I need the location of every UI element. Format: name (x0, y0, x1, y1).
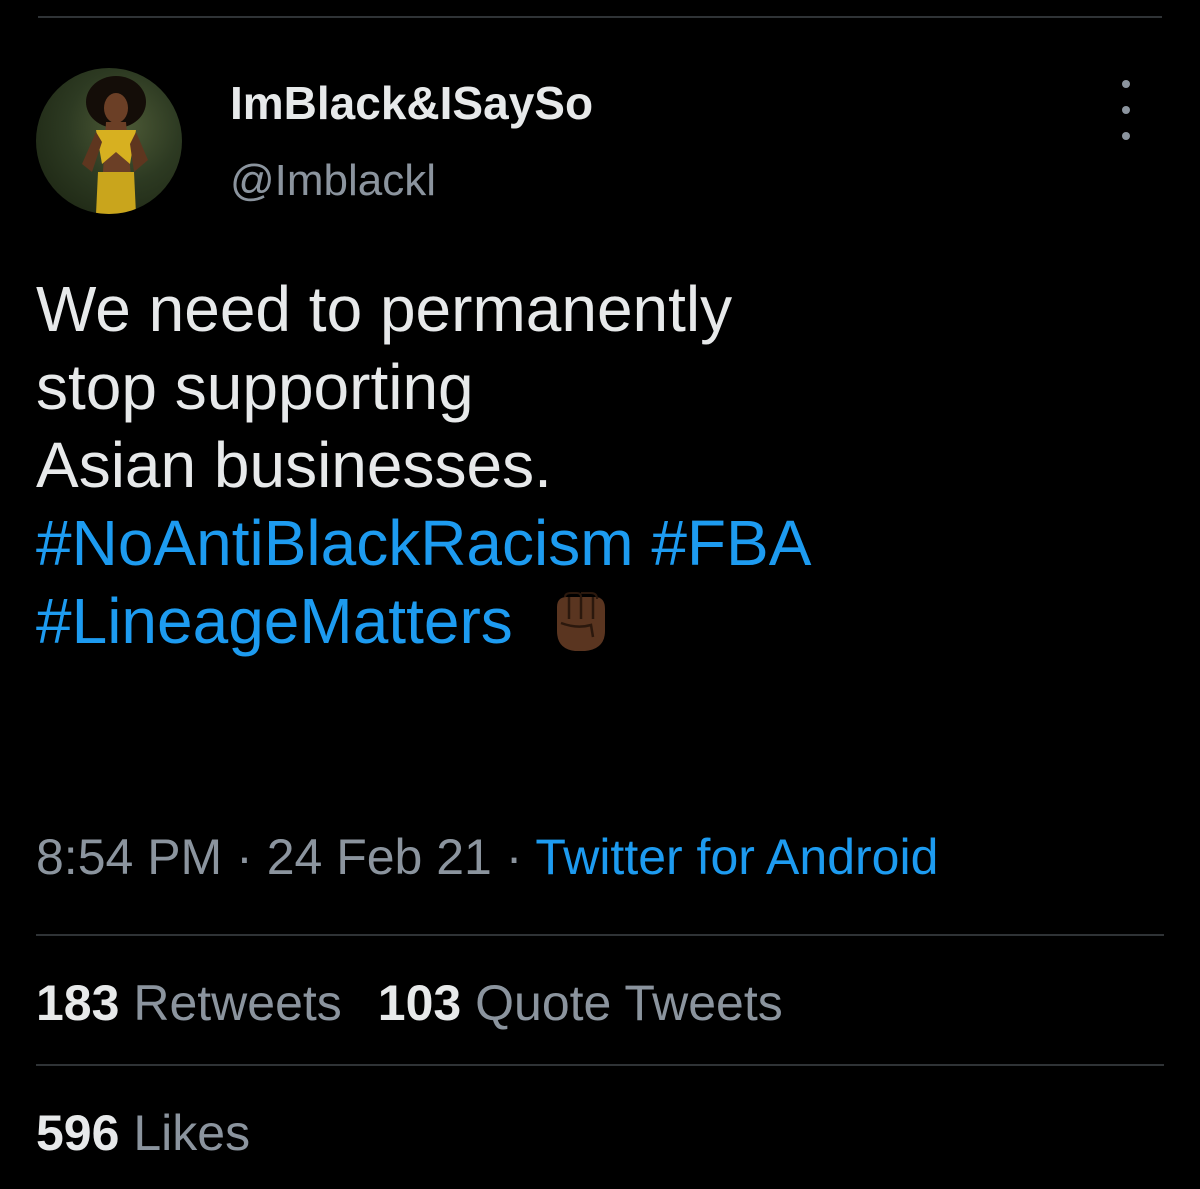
top-divider (38, 16, 1162, 18)
tweet-meta: 8:54 PM · 24 Feb 21 · Twitter for Androi… (36, 828, 938, 886)
tweet-date[interactable]: 24 Feb 21 (267, 829, 492, 885)
more-dot (1122, 80, 1130, 88)
retweets-stat[interactable]: 183 Retweets (36, 974, 342, 1032)
stats-divider-top (36, 934, 1164, 936)
quote-tweets-label: Quote Tweets (475, 975, 783, 1031)
likes-label: Likes (133, 1105, 251, 1161)
engagement-stats: 183 Retweets 103 Quote Tweets (36, 974, 819, 1032)
more-vertical-icon[interactable] (1106, 80, 1146, 140)
tweet-body: We need to permanently stop supporting A… (36, 270, 1166, 660)
tweet-text-line: Asian businesses. (36, 429, 552, 501)
more-dot (1122, 132, 1130, 140)
hashtag-link[interactable]: #LineageMatters (36, 585, 513, 657)
likes-stat[interactable]: 596 Likes (36, 1104, 250, 1162)
quote-tweets-count: 103 (377, 975, 462, 1031)
retweets-label: Retweets (133, 975, 342, 1031)
likes-stats: 596 Likes (36, 1104, 286, 1162)
meta-separator: · (505, 829, 523, 885)
raised-fist-icon (556, 592, 605, 652)
more-dot (1122, 106, 1130, 114)
hashtag-link[interactable]: #FBA (651, 507, 811, 579)
tweet-text-line: We need to permanently (36, 273, 733, 345)
stats-divider-bottom (36, 1064, 1164, 1066)
quote-tweets-stat[interactable]: 103 Quote Tweets (378, 974, 783, 1032)
hashtag-link[interactable]: #NoAntiBlackRacism (36, 507, 634, 579)
user-handle[interactable]: @Imblackl (230, 156, 436, 206)
retweets-count: 183 (36, 975, 120, 1031)
likes-count: 596 (36, 1105, 120, 1161)
display-name[interactable]: ImBlack&ISaySo (230, 76, 593, 130)
avatar-image (82, 76, 148, 214)
avatar[interactable] (36, 68, 182, 214)
meta-separator: · (236, 829, 253, 885)
tweet-source-link[interactable]: Twitter for Android (535, 829, 938, 885)
tweet-text-line: stop supporting (36, 351, 474, 423)
hashtag-line: #NoAntiBlackRacism #FBA (36, 504, 1166, 582)
tweet-header: ImBlack&ISaySo @Imblackl (36, 68, 1164, 218)
tweet-time[interactable]: 8:54 PM (36, 829, 222, 885)
hashtag-line: #LineageMatters (36, 582, 1166, 660)
